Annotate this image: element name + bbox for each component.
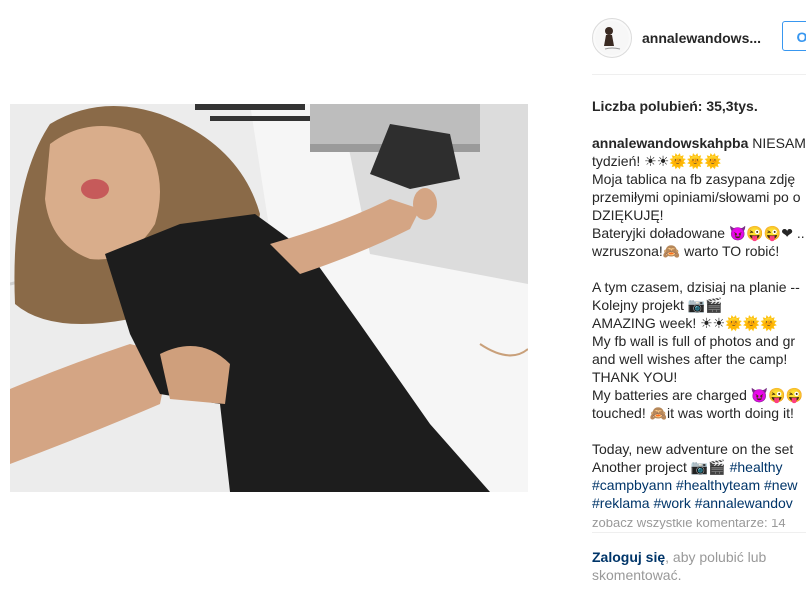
hashtag-line[interactable]: #reklama #work #annalewandov — [592, 494, 806, 512]
caption-line: annalewandowskahpba NIESAM — [592, 134, 806, 152]
likes-count: Liczba polubień: 35,3tys. — [592, 98, 758, 114]
post-header: annalewandows... O — [592, 16, 806, 60]
caption-line: Baterуjki doładowane 😈😜😜❤ .. — [592, 225, 805, 241]
view-all-comments-link[interactable]: zobacz wszystkie komentarze: 14 — [592, 519, 806, 529]
caption-line: Kolejny projekt 📷🎬 — [592, 297, 723, 313]
caption-text: NIESAM — [752, 135, 806, 151]
caption-line: My batteries are charged 😈😜😜 — [592, 387, 804, 403]
caption-line: Another project 📷🎬 #healthy — [592, 458, 806, 476]
profile-avatar-icon — [595, 21, 629, 55]
header-divider — [592, 74, 806, 75]
caption-line: AMAZING week! ☀☀🌞🌞🌞 — [592, 315, 778, 331]
hashtag-link[interactable]: #healthy — [730, 459, 783, 475]
caption-line: przemiłymi opiniami/słowami po o — [592, 189, 801, 205]
hashtag-line[interactable]: #campbyann #healthyteam #new — [592, 476, 806, 494]
caption-line: touched! 🙈it was worth doing it! — [592, 405, 794, 421]
view-all-comments-text: zobacz wszystkie komentarze: 14 — [592, 519, 786, 529]
avatar[interactable] — [592, 18, 632, 58]
post-username[interactable]: annalewandows... — [642, 30, 761, 46]
caption-line: Moja tablica na fb zasypana zdję — [592, 171, 796, 187]
post-photo[interactable] — [10, 104, 528, 492]
caption-text: Another project 📷🎬 — [592, 459, 726, 475]
login-prompt: Zaloguj się, aby polubić lub skomentować… — [592, 548, 792, 584]
follow-button[interactable]: O — [782, 21, 806, 51]
caption-line: wzruszona!🙈 warto TO robić! — [592, 243, 780, 259]
caption-line: Today, new adventure on the set — [592, 441, 794, 457]
comments-divider — [592, 532, 806, 533]
login-link[interactable]: Zaloguj się — [592, 549, 665, 565]
caption-line: A tym czasem, dzisiaj na planie -- — [592, 279, 800, 295]
caption-line: DZIĘKUJĘ! — [592, 207, 664, 223]
caption-line: and well wishes after the camp! — [592, 351, 788, 367]
selfie-photo-image — [10, 104, 528, 492]
caption-author[interactable]: annalewandowskahpba — [592, 135, 748, 151]
caption-line: tydzień! ☀☀🌞🌞🌞 — [592, 153, 722, 169]
caption-line: THANK YOU! — [592, 369, 678, 385]
post-caption: annalewandowskahpba NIESAM tydzień! ☀☀🌞🌞… — [592, 134, 806, 518]
caption-line: My fb wall is full of photos and gr — [592, 333, 796, 349]
